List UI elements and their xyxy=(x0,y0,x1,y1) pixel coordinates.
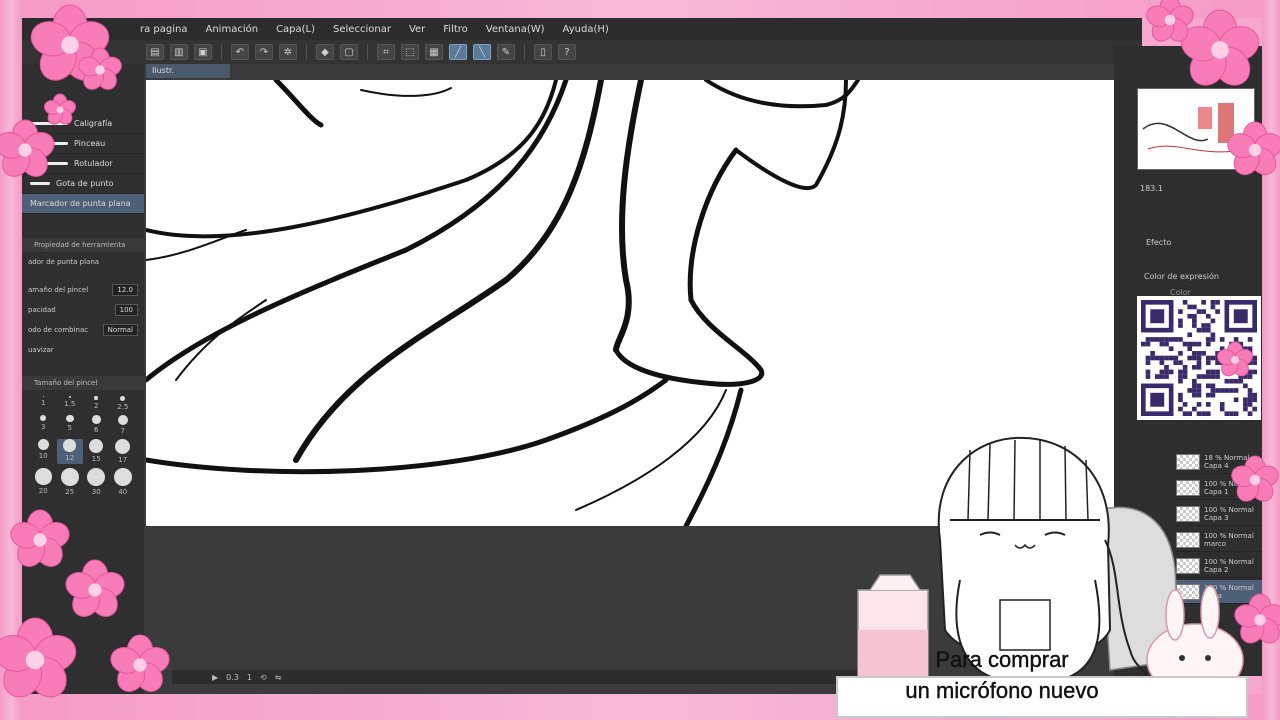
cherry-blossom-icon xyxy=(65,559,125,617)
subtitle-caption: Para comprar un micrófono nuevo xyxy=(846,644,1158,706)
subtitle-line-1: Para comprar xyxy=(935,647,1069,672)
cherry-blossom-icon xyxy=(0,119,55,177)
cherry-blossom-icon xyxy=(0,617,77,698)
cherry-blossom-icon xyxy=(10,509,70,567)
cherry-blossom-icon xyxy=(1217,341,1253,377)
cherry-blossom-icon xyxy=(1227,121,1280,176)
cherry-blossom-icon xyxy=(44,93,76,125)
subtitle-line-2: un micrófono nuevo xyxy=(905,678,1099,703)
cherry-blossom-icon xyxy=(110,634,170,692)
stream-overlay: ra pagina Animación Capa(L) Seleccionar … xyxy=(0,0,1280,720)
